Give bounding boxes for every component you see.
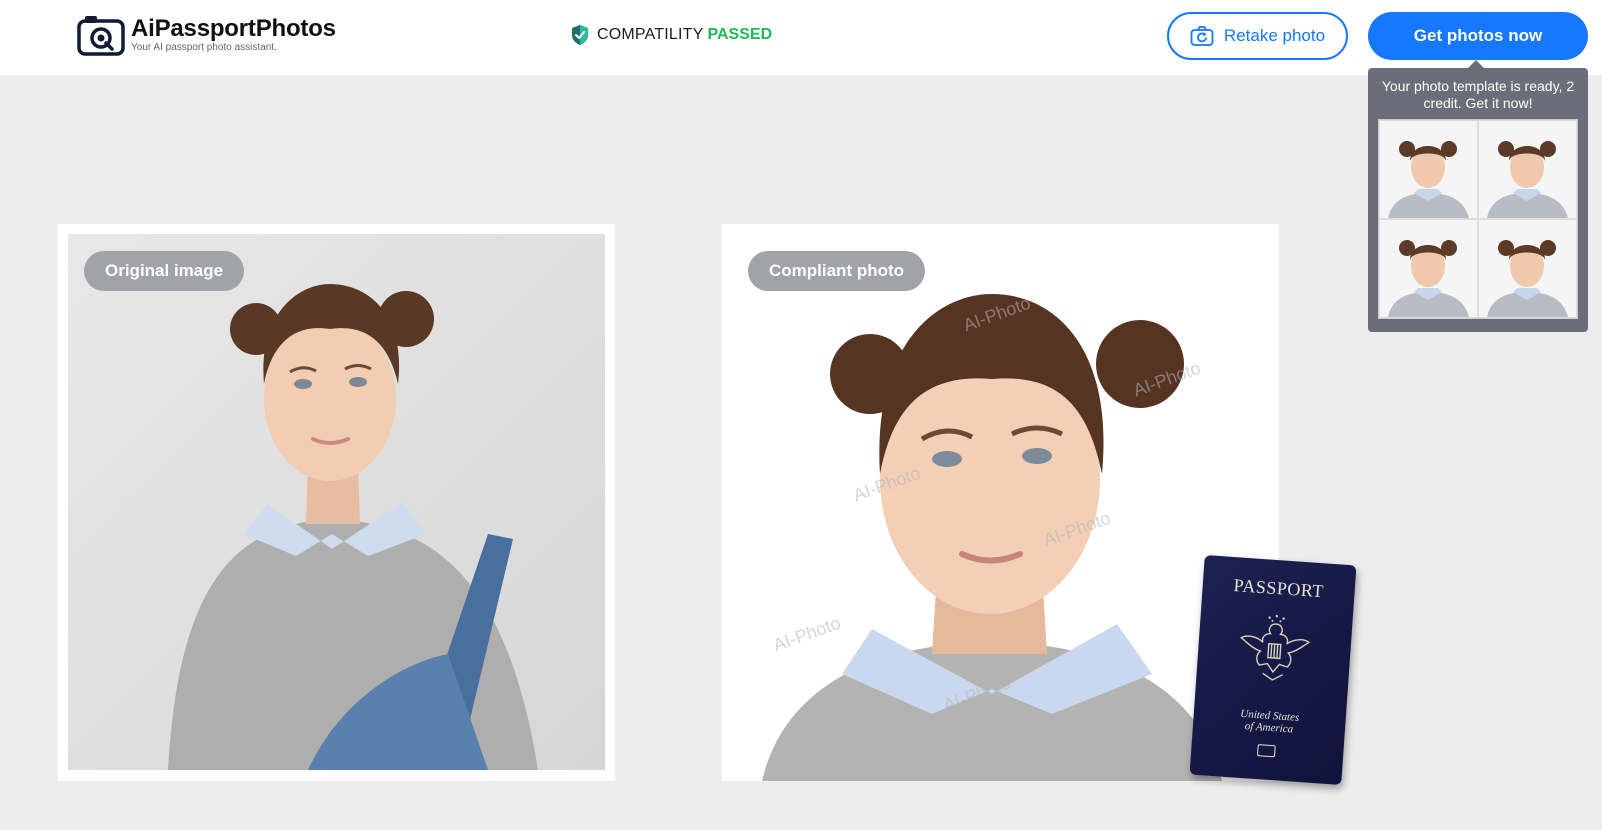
brand-subtitle: Your AI passport photo assistant. xyxy=(131,42,277,53)
template-ready-message: Your photo template is ready, 2 credit. … xyxy=(1381,78,1575,111)
template-thumbnail xyxy=(1478,120,1577,219)
camera-refresh-icon xyxy=(1190,26,1214,46)
portrait-thumbnail-image xyxy=(1479,121,1576,218)
brand-logo[interactable]: AiPassportPhotos Your AI passport photo … xyxy=(77,14,336,56)
original-image-card: Original image xyxy=(58,224,615,781)
camera-logo-icon xyxy=(77,16,125,56)
brand-title: AiPassportPhotos xyxy=(131,15,336,42)
template-thumbnail xyxy=(1379,219,1478,318)
photo-template-grid xyxy=(1378,119,1578,319)
original-portrait-image xyxy=(68,234,605,770)
get-photos-now-label: Get photos now xyxy=(1413,26,1543,45)
portrait-thumbnail-image xyxy=(1479,220,1576,317)
passport-image: PASSPORT United States of America xyxy=(1189,554,1357,786)
compliant-photo-label: Compliant photo xyxy=(748,251,926,291)
passport-title: PASSPORT xyxy=(1232,575,1325,602)
portrait-thumbnail-image xyxy=(1380,220,1477,317)
template-thumbnail xyxy=(1379,120,1478,219)
compatibility-label: COMPATILITY xyxy=(597,26,704,43)
compatibility-status: COMPATILITY PASSED xyxy=(570,24,772,46)
top-header: AiPassportPhotos Your AI passport photo … xyxy=(0,0,1602,75)
retake-photo-button[interactable]: Retake photo xyxy=(1167,12,1348,60)
retake-photo-label: Retake photo xyxy=(1223,26,1326,45)
passport-country: United States of America xyxy=(1193,705,1346,740)
portrait-thumbnail-image xyxy=(1380,121,1477,218)
shield-check-icon xyxy=(572,25,588,45)
compatibility-passed-badge: PASSED xyxy=(707,26,773,43)
template-thumbnail xyxy=(1478,219,1577,318)
original-image-label: Original image xyxy=(84,251,245,291)
eagle-seal-icon xyxy=(1239,614,1311,681)
template-ready-popover[interactable]: Your photo template is ready, 2 credit. … xyxy=(1368,60,1588,332)
original-photo xyxy=(68,234,605,770)
get-photos-now-button[interactable]: Get photos now xyxy=(1368,12,1588,60)
passport-chip-icon xyxy=(1256,744,1276,758)
